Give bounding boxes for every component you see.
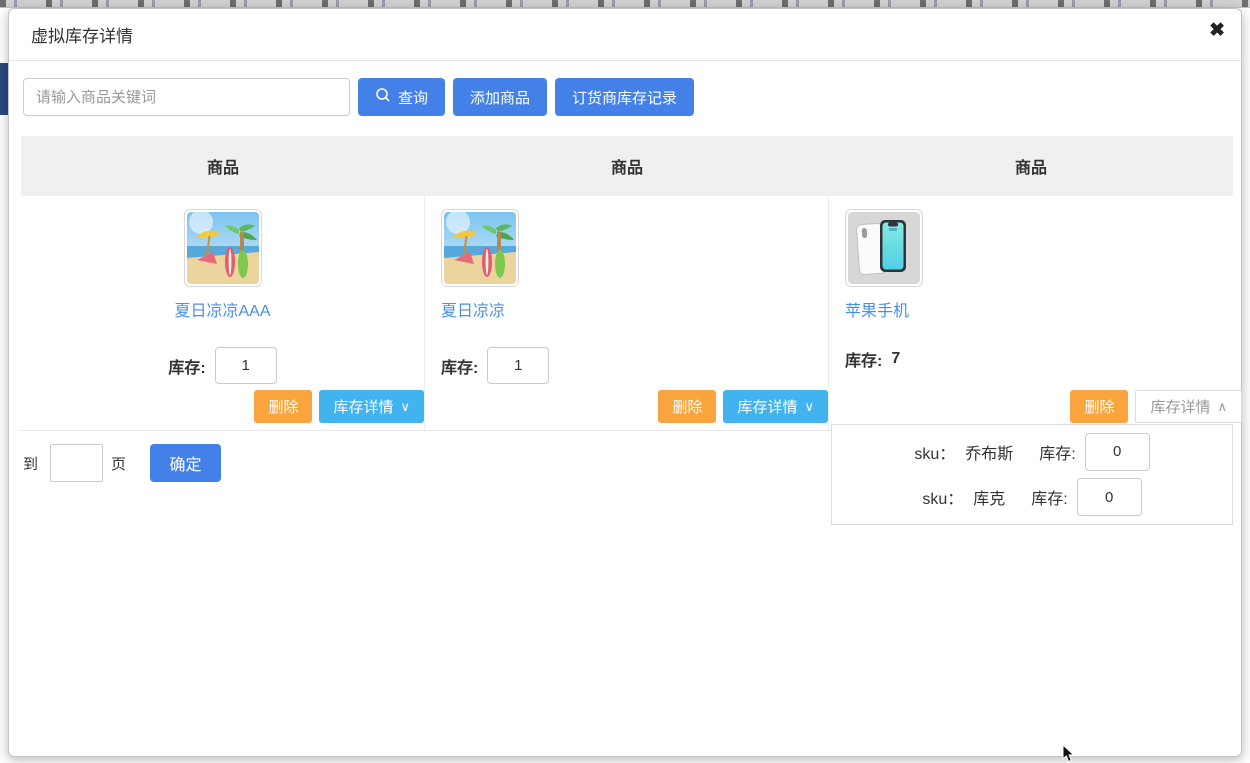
- goto-prefix-label: 到: [23, 453, 38, 474]
- product-card-1: 夏日凉凉AAA 库存: 删除 库存详情 ∨: [21, 196, 425, 430]
- background-page-top-strip: [0, 0, 1250, 8]
- toolbar: 查询 添加商品 订货商库存记录: [23, 78, 1241, 116]
- delete-button[interactable]: 删除: [1070, 390, 1128, 423]
- column-header-product-2: 商品: [425, 136, 829, 196]
- supplier-record-button[interactable]: 订货商库存记录: [555, 78, 694, 116]
- stock-label: 库存:: [168, 354, 205, 378]
- modal-title: 虚拟库存详情: [31, 22, 133, 47]
- column-header-product-3: 商品: [829, 136, 1233, 196]
- table-header-row: 商品 商品 商品: [21, 136, 1233, 196]
- search-input[interactable]: [23, 78, 350, 116]
- stock-label: 库存:: [845, 347, 882, 371]
- sku-detail-panel: sku： 乔布斯 库存: sku： 库克 库存:: [831, 424, 1233, 525]
- sku-row: sku： 库克 库存:: [922, 478, 1141, 516]
- product-image-iphone[interactable]: [845, 209, 923, 287]
- sku-stock-label: 库存:: [1031, 485, 1067, 509]
- delete-button[interactable]: 删除: [254, 390, 312, 423]
- sku-stock-input[interactable]: [1085, 433, 1150, 471]
- sku-stock-input[interactable]: [1077, 478, 1142, 516]
- add-product-label: 添加商品: [470, 87, 530, 108]
- add-product-button[interactable]: 添加商品: [453, 78, 547, 116]
- product-name-link[interactable]: 夏日凉凉AAA: [21, 297, 424, 321]
- column-header-product-1: 商品: [21, 136, 425, 196]
- supplier-record-label: 订货商库存记录: [572, 87, 677, 108]
- stock-value: 7: [891, 350, 900, 368]
- stock-row: 库存:: [441, 347, 549, 384]
- chevron-down-icon: ∨: [400, 400, 410, 413]
- products-table: 商品 商品 商品: [21, 136, 1233, 431]
- goto-suffix-label: 页: [111, 453, 126, 474]
- stock-row: 库存: 7: [845, 347, 900, 371]
- sku-label: sku：: [922, 485, 963, 509]
- background-page-left-accent: [0, 63, 8, 115]
- sku-stock-label: 库存:: [1039, 440, 1075, 464]
- page-number-input[interactable]: [50, 444, 103, 482]
- table-body-row: 夏日凉凉AAA 库存: 删除 库存详情 ∨: [21, 196, 1233, 431]
- card-buttons: 删除 库存详情 ∨: [254, 390, 424, 423]
- sku-label: sku：: [914, 440, 955, 464]
- sku-row: sku： 乔布斯 库存:: [914, 433, 1149, 471]
- stock-input[interactable]: [487, 347, 549, 384]
- delete-button[interactable]: 删除: [658, 390, 716, 423]
- stock-row: 库存:: [21, 347, 424, 384]
- modal-header: 虚拟库存详情: [9, 9, 1241, 61]
- chevron-down-icon: ∨: [804, 400, 814, 413]
- product-name-link[interactable]: 苹果手机: [845, 297, 1233, 321]
- product-image-beach[interactable]: [441, 209, 519, 287]
- stock-detail-button[interactable]: 库存详情 ∨: [723, 390, 828, 423]
- card-buttons: 删除 库存详情 ∧: [1070, 390, 1242, 423]
- product-card-3: 苹果手机 库存: 7 删除 库存详情 ∧ sku： 乔布斯: [829, 196, 1233, 430]
- query-button[interactable]: 查询: [358, 78, 445, 116]
- query-button-label: 查询: [398, 87, 428, 108]
- search-icon: [375, 87, 391, 107]
- stock-detail-label: 库存详情: [1150, 396, 1210, 417]
- virtual-inventory-modal: 虚拟库存详情 ✖ 查询 添加商品 订货商库存记录 商品 商品 商品: [8, 8, 1242, 757]
- pagination: 到 页 确定: [23, 444, 221, 482]
- stock-input[interactable]: [215, 347, 277, 384]
- chevron-up-icon: ∧: [1217, 400, 1227, 413]
- stock-label: 库存:: [441, 354, 478, 378]
- product-card-2: 夏日凉凉 库存: 删除 库存详情 ∨: [425, 196, 829, 430]
- stock-detail-button[interactable]: 库存详情 ∨: [319, 390, 424, 423]
- stock-detail-label: 库存详情: [333, 396, 393, 417]
- product-image-beach[interactable]: [184, 209, 262, 287]
- sku-name: 库克: [973, 485, 1005, 509]
- sku-name: 乔布斯: [965, 440, 1013, 464]
- stock-detail-button-expanded[interactable]: 库存详情 ∧: [1135, 390, 1242, 423]
- stock-detail-label: 库存详情: [737, 396, 797, 417]
- card-buttons: 删除 库存详情 ∨: [658, 390, 828, 423]
- confirm-button[interactable]: 确定: [150, 444, 221, 482]
- close-icon[interactable]: ✖: [1209, 21, 1225, 40]
- product-name-link[interactable]: 夏日凉凉: [441, 297, 828, 321]
- mouse-cursor: [1062, 745, 1077, 763]
